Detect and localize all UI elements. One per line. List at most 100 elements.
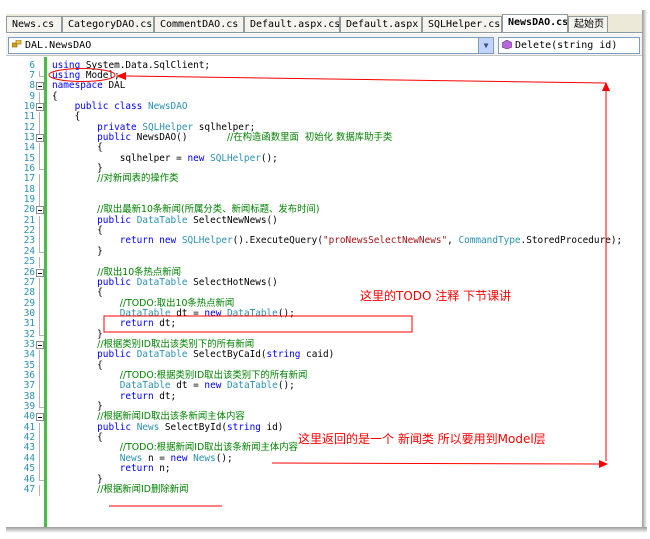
navigation-bar: DAL.NewsDAO ▼ Delete(string id) <box>6 34 642 56</box>
code-token: n = <box>142 452 171 464</box>
keyword-token: public class <box>74 100 143 112</box>
keyword-token: public <box>97 131 132 143</box>
type-combo-value: DAL.NewsDAO <box>25 40 92 51</box>
keyword-token: new <box>187 152 205 164</box>
code-token: dt; <box>153 390 177 402</box>
tab-default-aspx-cs[interactable]: Default.aspx.cs <box>244 16 340 32</box>
tab-newsdao-cs[interactable]: NewsDAO.cs <box>502 14 568 32</box>
fold-guide <box>36 453 44 465</box>
fold-guide <box>36 474 44 484</box>
comment-token: //TODO:根据类别ID取出该类别下的所有新闻 <box>119 370 308 381</box>
fold-guide <box>36 464 44 476</box>
tab-news-cs[interactable]: News.cs <box>6 16 62 32</box>
code-token: (); <box>277 380 295 392</box>
code-token: { <box>52 142 103 154</box>
fold-guide <box>36 226 44 238</box>
code-token: SelectNewNews() <box>187 214 278 226</box>
collapse-toggle-icon[interactable] <box>36 82 44 91</box>
fold-guide <box>36 153 44 165</box>
collapse-toggle-icon[interactable] <box>36 133 44 142</box>
type-token: DataTable <box>119 380 171 392</box>
type-token: SQLHelper <box>142 121 194 133</box>
code-token: .StoredProcedure); <box>520 235 623 247</box>
type-token: SQLHelper <box>181 235 233 247</box>
model-annotation: 这里返回的是一个 新闻类 所以要用到Model层 <box>298 432 546 446</box>
code-token: (); <box>277 307 295 319</box>
code-token: sqlhelper = <box>52 152 188 164</box>
code-line[interactable]: 47 //根据新闻ID删除新闻 <box>6 484 642 496</box>
keyword-token: string <box>266 349 301 361</box>
keyword-token: private <box>97 121 137 133</box>
code-token: n; <box>153 463 171 475</box>
line-number: 45 <box>23 463 35 475</box>
code-editor[interactable]: 6 using System.Data.SqlClient; 7 using Mode… <box>6 57 642 527</box>
fold-guide <box>36 143 44 155</box>
collapse-toggle-icon[interactable] <box>36 413 44 422</box>
collapse-toggle-icon[interactable] <box>36 268 44 277</box>
fold-guide <box>36 70 44 80</box>
fold-guide <box>36 257 44 269</box>
code-token: Model; <box>80 69 120 81</box>
code-line[interactable]: 8 namespace DAL <box>6 80 642 91</box>
keyword-token: public <box>97 421 132 433</box>
code-token: { <box>52 90 58 102</box>
comment-token: //在构造函数里面 初始化 数据库助手类 <box>226 131 393 143</box>
fold-guide <box>36 484 44 496</box>
keyword-token: using <box>52 69 81 81</box>
keyword-token: return new <box>119 235 177 247</box>
tab-start-page[interactable]: 起始页 <box>568 16 608 32</box>
fold-guide <box>36 215 44 227</box>
code-token: (); <box>260 152 278 164</box>
collapse-toggle-icon[interactable] <box>36 206 44 215</box>
keyword-token: string <box>227 421 261 433</box>
fold-guide <box>36 236 44 248</box>
fold-guide <box>36 381 44 393</box>
code-token: { <box>52 287 103 299</box>
collapse-toggle-icon[interactable] <box>36 102 44 111</box>
fold-guide <box>36 402 44 411</box>
code-line[interactable]: 24 } <box>6 245 642 257</box>
comment-token: //TODO:根据新闻ID取出该条新闻主体内容 <box>119 442 298 454</box>
tab-default-aspx[interactable]: Default.aspx <box>340 16 422 32</box>
keyword-token: return <box>119 390 154 402</box>
fold-guide <box>36 360 44 372</box>
code-line[interactable]: 18 <box>6 184 642 196</box>
code-token: } <box>52 245 103 257</box>
class-icon <box>12 40 22 48</box>
type-token: News <box>136 421 160 433</box>
code-token: SelectHotNews() <box>187 276 278 288</box>
code-token: { <box>52 359 103 371</box>
member-combo[interactable]: Delete(string id) <box>498 37 640 54</box>
tab-sqlhelper-cs[interactable]: SQLHelper.cs <box>422 16 502 32</box>
type-token: DataTable <box>227 380 278 392</box>
frame-shadow-right <box>642 10 647 533</box>
keyword-token: new <box>170 452 188 464</box>
code-text: return new SQLHelper().ExecuteQuery("pro… <box>52 236 622 246</box>
keyword-token: using <box>52 59 81 71</box>
fold-guide <box>36 195 44 207</box>
type-combo[interactable]: DAL.NewsDAO ▼ <box>8 37 494 54</box>
tab-categorydao-cs[interactable]: CategoryDAO.cs <box>62 16 154 32</box>
chevron-down-icon[interactable]: ▼ <box>478 38 493 53</box>
code-line[interactable]: 17 //对新闻表的操作类 <box>6 173 642 186</box>
code-line[interactable]: 10 public class NewsDAO <box>6 100 642 112</box>
fold-guide <box>36 319 44 331</box>
code-text: public NewsDAO() //在构造函数里面 初始化 数据库助手类 <box>52 131 393 143</box>
tab-commentdao-cs[interactable]: CommentDAO.cs <box>154 16 244 32</box>
code-text: //对新闻表的操作类 <box>52 174 178 184</box>
fold-guide <box>36 246 44 256</box>
collapse-toggle-icon[interactable] <box>36 340 44 349</box>
